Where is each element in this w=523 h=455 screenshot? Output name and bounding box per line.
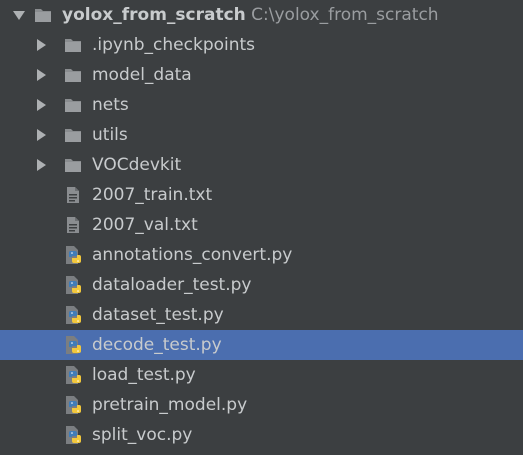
python-file-icon (64, 246, 82, 264)
expand-arrow-icon[interactable] (37, 99, 46, 111)
tree-item-pretrain-model-py[interactable]: pretrain_model.py (0, 390, 523, 420)
python-file-icon (64, 396, 82, 414)
tree-item-2007-train-txt[interactable]: 2007_train.txt (0, 180, 523, 210)
folder-icon (34, 6, 52, 24)
collapse-arrow-icon[interactable] (13, 11, 25, 20)
tree-item-label: split_voc.py (92, 425, 193, 445)
root-folder-name: yolox_from_scratch (62, 5, 246, 25)
tree-item-2007-val-txt[interactable]: 2007_val.txt (0, 210, 523, 240)
folder-icon (64, 66, 82, 84)
tree-item-label: dataloader_test.py (92, 275, 252, 295)
tree-item-annotations-convert-py[interactable]: annotations_convert.py (0, 240, 523, 270)
tree-item-label: .ipynb_checkpoints (92, 35, 256, 55)
tree-item-model-data[interactable]: model_data (0, 60, 523, 90)
tree-root-row[interactable]: yolox_from_scratch C:\yolox_from_scratch (0, 0, 523, 30)
root-folder-path: C:\yolox_from_scratch (251, 5, 439, 25)
expand-arrow-icon[interactable] (37, 69, 46, 81)
folder-icon (64, 36, 82, 54)
expand-arrow-icon[interactable] (37, 129, 46, 141)
expand-arrow-icon[interactable] (37, 159, 46, 171)
tree-item-label: 2007_val.txt (92, 215, 198, 235)
tree-item-vocdevkit[interactable]: VOCdevkit (0, 150, 523, 180)
tree-item-label: load_test.py (92, 365, 196, 385)
tree-item-load-test-py[interactable]: load_test.py (0, 360, 523, 390)
python-file-icon (64, 426, 82, 444)
tree-item-dataset-test-py[interactable]: dataset_test.py (0, 300, 523, 330)
tree-item-decode-test-py[interactable]: decode_test.py (0, 330, 523, 360)
tree-item-label: decode_test.py (92, 335, 222, 355)
python-file-icon (64, 336, 82, 354)
python-file-icon (64, 276, 82, 294)
python-file-icon (64, 306, 82, 324)
tree-item-label: 2007_train.txt (92, 185, 213, 205)
folder-icon (64, 126, 82, 144)
text-file-icon (64, 186, 82, 204)
tree-item-label: dataset_test.py (92, 305, 224, 325)
tree-item-nets[interactable]: nets (0, 90, 523, 120)
tree-item-label: nets (92, 95, 129, 115)
tree-item-dataloader-test-py[interactable]: dataloader_test.py (0, 270, 523, 300)
python-file-icon (64, 366, 82, 384)
tree-item-label: utils (92, 125, 128, 145)
tree-item-label: model_data (92, 65, 192, 85)
tree-item-label: annotations_convert.py (92, 245, 293, 265)
tree-item-label: pretrain_model.py (92, 395, 248, 415)
tree-item-label: VOCdevkit (92, 155, 182, 175)
text-file-icon (64, 216, 82, 234)
tree-item-utils[interactable]: utils (0, 120, 523, 150)
expand-arrow-icon[interactable] (37, 39, 46, 51)
tree-item-split-voc-py[interactable]: split_voc.py (0, 420, 523, 450)
folder-icon (64, 96, 82, 114)
tree-item-ipynb-checkpoints[interactable]: .ipynb_checkpoints (0, 30, 523, 60)
folder-icon (64, 156, 82, 174)
